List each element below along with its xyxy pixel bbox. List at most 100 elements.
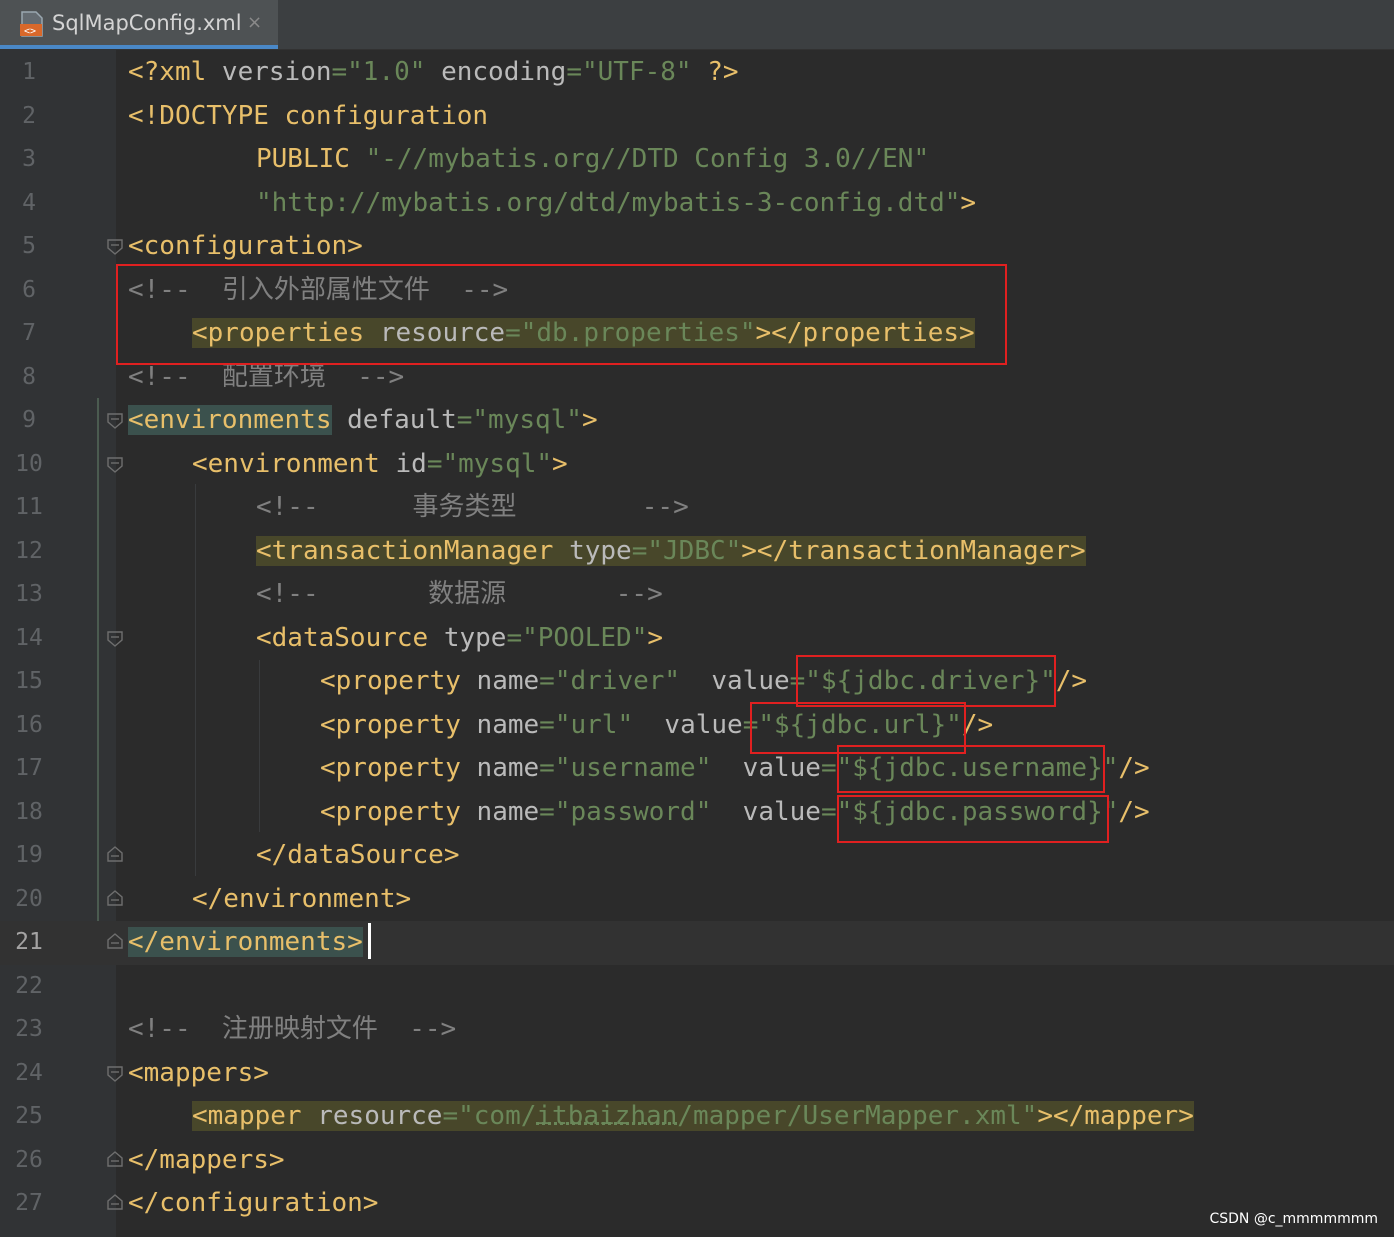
tag-matched: <environments — [128, 405, 332, 435]
fold-end-icon[interactable] — [106, 845, 124, 863]
line-number: 3 — [22, 146, 36, 172]
code-text: <environment id="mysql"> — [192, 443, 568, 487]
code-line[interactable]: 15 <property name="driver" value="${jdbc.… — [0, 660, 1394, 704]
attr-name: default — [331, 405, 457, 435]
code-text: <?xml version="1.0" encoding="UTF-8" ?> — [128, 51, 739, 95]
comment: <!-- 注册映射文件 --> — [128, 1014, 457, 1044]
attr-name: value — [711, 753, 821, 783]
tag: </dataSource> — [256, 840, 460, 870]
spellcheck-underline — [536, 1122, 678, 1125]
code-line[interactable]: 5 <configuration> — [0, 225, 1394, 269]
attr-value: "mysql" — [472, 405, 582, 435]
code-line[interactable]: 12 <transactionManager type="JDBC"></tran… — [0, 530, 1394, 574]
close-icon[interactable]: × — [247, 14, 265, 32]
code-line[interactable]: 24 <mappers> — [0, 1052, 1394, 1096]
code-line[interactable]: 20 </environment> — [0, 878, 1394, 922]
code-line[interactable]: 19 </dataSource> — [0, 834, 1394, 878]
line-number: 6 — [22, 276, 36, 303]
attr-value: "url" — [554, 709, 634, 740]
attr-name: version — [221, 57, 332, 87]
code-line[interactable]: 27 </configuration> — [0, 1182, 1394, 1226]
attr-value: "1.0" — [347, 57, 426, 87]
code-line[interactable]: 17 <property name="username" value="${jdb… — [0, 747, 1394, 791]
attr-name: value — [633, 709, 743, 740]
fold-end-icon[interactable] — [106, 932, 124, 950]
attr-name: name — [460, 753, 540, 783]
svg-text:<>: <> — [24, 26, 36, 37]
fold-end-icon[interactable] — [106, 1193, 124, 1211]
annotation-box-driver — [796, 655, 1056, 707]
tag: > — [552, 448, 568, 479]
fold-end-icon[interactable] — [106, 1150, 124, 1168]
code-line[interactable]: 21 </environments> — [0, 921, 1394, 965]
attr-value: "username" — [554, 753, 712, 783]
equals: = — [820, 796, 837, 827]
code-line[interactable]: 25 <mapper resource="com/itbaizhan/mapper… — [0, 1095, 1394, 1139]
code-text: </configuration> — [128, 1182, 378, 1226]
attr-name: value — [680, 666, 790, 696]
fold-collapse-icon[interactable] — [106, 1065, 124, 1083]
fold-end-icon[interactable] — [106, 889, 124, 907]
code-text: </mappers> — [128, 1139, 285, 1183]
attr-value: "mysql" — [442, 448, 553, 479]
annotation-box-username — [837, 745, 1105, 793]
tag: <property — [320, 753, 461, 783]
equals: = — [506, 622, 523, 653]
code-line[interactable]: 22 — [0, 965, 1394, 1009]
fold-collapse-icon[interactable] — [106, 412, 124, 430]
attr-value: "com/ — [458, 1101, 537, 1131]
tag: /> — [1118, 753, 1150, 783]
code-line[interactable]: 18 <property name="password" value="${jdb… — [0, 791, 1394, 835]
code-line[interactable]: 26 </mappers> — [0, 1139, 1394, 1183]
code-text: <mappers> — [128, 1052, 269, 1096]
code-line[interactable]: 10 <environment id="mysql"> — [0, 443, 1394, 487]
text-caret — [368, 923, 371, 959]
code-line[interactable]: 3 PUBLIC "-//mybatis.org//DTD Config 3.0/… — [0, 138, 1394, 182]
xml-decl-close: ?> — [691, 57, 739, 87]
attr-name: name — [460, 666, 540, 696]
code-text: <!DOCTYPE configuration — [128, 95, 488, 139]
fold-collapse-icon[interactable] — [106, 630, 124, 648]
code-text: <dataSource type="POOLED"> — [256, 617, 663, 661]
line-number: 10 — [15, 450, 43, 477]
line-number: 18 — [15, 798, 43, 825]
equals: = — [631, 535, 648, 566]
comment: <!-- 数据源 --> — [256, 579, 663, 609]
equals: = — [539, 709, 555, 740]
code-line[interactable]: 11 <!-- 事务类型 --> — [0, 486, 1394, 530]
fold-collapse-icon[interactable] — [106, 238, 124, 256]
comment: <!-- 配置环境 --> — [128, 361, 405, 392]
annotation-box-password — [837, 795, 1109, 843]
code-line[interactable]: 16 <property name="url" value="${jdbc.url… — [0, 704, 1394, 748]
doctype-value: "http://mybatis.org/dtd/mybatis-3-config… — [256, 187, 961, 218]
attr-value: "password" — [554, 796, 712, 827]
code-line[interactable]: 4 "http://mybatis.org/dtd/mybatis-3-confi… — [0, 182, 1394, 226]
tag: ></mapper> — [1037, 1101, 1194, 1131]
code-text: <!-- 注册映射文件 --> — [128, 1008, 456, 1052]
highlighted-mapper: <mapper resource="com/itbaizhan/mapper/U… — [192, 1101, 1194, 1131]
attr-value: /mapper/UserMapper.xml" — [677, 1101, 1038, 1131]
code-line[interactable]: 2 <!DOCTYPE configuration — [0, 95, 1394, 139]
code-line[interactable]: 13 <!-- 数据源 --> — [0, 573, 1394, 617]
tag: ></transactionManager> — [741, 535, 1086, 566]
line-number: 25 — [15, 1103, 43, 1129]
attr-name: value — [711, 796, 821, 827]
tag: </configuration> — [128, 1188, 379, 1218]
line-number: 12 — [15, 537, 43, 564]
tag: <environment — [192, 448, 380, 479]
code-line[interactable]: 9 <environments default="mysql"> — [0, 399, 1394, 443]
xml-decl: <?xml — [128, 57, 222, 87]
equals: = — [331, 57, 348, 87]
code-line[interactable]: 1 <?xml version="1.0" encoding="UTF-8" ?> — [0, 51, 1394, 95]
line-number: 20 — [15, 885, 43, 912]
tag: </environment> — [192, 883, 412, 914]
code-line[interactable]: 23 <!-- 注册映射文件 --> — [0, 1008, 1394, 1052]
code-text: PUBLIC "-//mybatis.org//DTD Config 3.0//… — [256, 138, 929, 182]
code-line[interactable]: 14 <dataSource type="POOLED"> — [0, 617, 1394, 661]
line-number: 19 — [15, 842, 43, 868]
tab-sqlmapconfig[interactable]: <> SqlMapConfig.xml × — [0, 0, 278, 49]
highlighted-transaction-manager: <transactionManager type="JDBC"></transa… — [256, 535, 1086, 566]
fold-collapse-icon[interactable] — [106, 456, 124, 474]
annotation-box-properties — [116, 264, 1007, 365]
